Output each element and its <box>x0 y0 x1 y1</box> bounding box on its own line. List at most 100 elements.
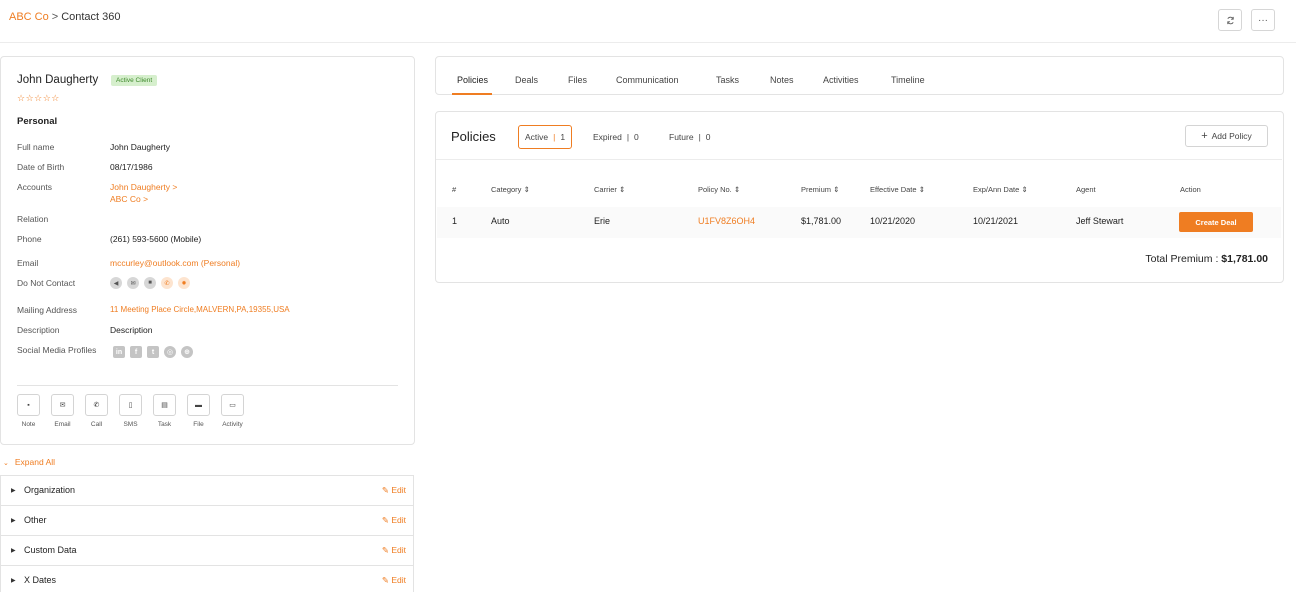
column-header-label: Effective Date <box>870 185 917 194</box>
caret-right-icon: ▶ <box>11 578 16 584</box>
tab-policies[interactable]: Policies <box>457 75 488 85</box>
edit-label: Edit <box>391 485 406 495</box>
filter-expired[interactable]: Expired | 0 <box>587 125 645 149</box>
tab-communication[interactable]: Communication <box>616 75 679 85</box>
task-action[interactable]: ▤ Task <box>153 394 176 428</box>
policy-number-link[interactable]: U1FV8Z6OH4 <box>698 216 755 226</box>
column-header-label: Premium <box>801 185 832 194</box>
column-header-agent: Agent <box>1076 185 1096 194</box>
tab-activities[interactable]: Activities <box>823 75 859 85</box>
refresh-button[interactable] <box>1218 9 1242 31</box>
phone-label: Phone <box>17 234 42 244</box>
cell-exp-date: 10/21/2021 <box>973 216 1019 226</box>
tab-tasks[interactable]: Tasks <box>716 75 739 85</box>
tab-files[interactable]: Files <box>568 75 587 85</box>
edit-button[interactable]: ✎ Edit <box>382 575 406 586</box>
cell-agent: Jeff Stewart <box>1076 216 1124 226</box>
edit-button[interactable]: ✎ Edit <box>382 545 406 556</box>
add-policy-label: Add Policy <box>1211 131 1252 141</box>
edit-button[interactable]: ✎ Edit <box>382 485 406 496</box>
contact-name: John Daugherty <box>17 74 99 86</box>
refresh-icon <box>1226 16 1234 24</box>
tab-notes[interactable]: Notes <box>770 75 794 85</box>
note-action[interactable]: ▪ Note <box>17 394 40 428</box>
rating-stars[interactable]: ☆☆☆☆☆ <box>17 93 60 104</box>
divider <box>436 159 1282 160</box>
column-header-exp-ann-date[interactable]: Exp/Ann Date ⇕ <box>973 185 1028 194</box>
accordion-label: Organization <box>24 485 76 495</box>
file-action[interactable]: ▬ File <box>187 394 210 428</box>
pencil-icon: ✎ <box>381 545 389 555</box>
task-action-label: Task <box>157 421 172 428</box>
column-header-carrier[interactable]: Carrier ⇕ <box>594 185 625 194</box>
breadcrumb-parent-link[interactable]: ABC Co <box>9 11 49 23</box>
edit-label: Edit <box>391 515 406 525</box>
sms-action-label: SMS <box>123 421 138 428</box>
note-icon: ▪ <box>17 394 40 416</box>
divider <box>17 385 398 386</box>
sort-icon: ⇕ <box>918 185 925 194</box>
create-deal-button[interactable]: Create Deal <box>1179 212 1253 232</box>
accordion-x-dates[interactable]: ▶ X Dates ✎ Edit <box>0 565 414 592</box>
top-bar: ABC Co > Contact 360 ··· <box>0 0 1296 43</box>
column-header-category[interactable]: Category ⇕ <box>491 185 530 194</box>
call-action[interactable]: ✆ Call <box>85 394 108 428</box>
policies-card: Policies Active | 1 Expired | 0 Future | 0 + Ad… <box>435 111 1284 283</box>
email-link[interactable]: mccurley@outlook.com (Personal) <box>110 258 240 268</box>
edit-label: Edit <box>391 575 406 585</box>
edit-label: Edit <box>391 545 406 555</box>
mail-icon[interactable]: ✉ <box>127 277 139 289</box>
accordion-other[interactable]: ▶ Other ✎ Edit <box>0 505 414 536</box>
globe-icon[interactable]: ⊕ <box>181 346 193 358</box>
sun-icon[interactable]: ✹ <box>178 277 190 289</box>
accordion-custom-data[interactable]: ▶ Custom Data ✎ Edit <box>0 535 414 566</box>
tab-deals[interactable]: Deals <box>515 75 538 85</box>
sms-icon: ▯ <box>119 394 142 416</box>
cell-category: Auto <box>491 216 510 226</box>
cell-effective-date: 10/21/2020 <box>870 216 916 226</box>
more-options-button[interactable]: ··· <box>1251 9 1275 31</box>
sms-action[interactable]: ▯ SMS <box>119 394 142 428</box>
do-not-contact-label: Do Not Contact <box>17 278 76 288</box>
breadcrumb-separator: > <box>51 11 59 23</box>
mailing-address-link[interactable]: 11 Meeting Place Circle,MALVERN,PA,19355… <box>110 305 290 314</box>
full-name-label: Full name <box>17 142 55 152</box>
accordion-organization[interactable]: ▶ Organization ✎ Edit <box>0 475 414 506</box>
activity-action[interactable]: ▭ Activity <box>221 394 244 428</box>
filter-active[interactable]: Active | 1 <box>518 125 573 149</box>
caret-right-icon: ▶ <box>11 548 16 554</box>
filter-future[interactable]: Future | 0 <box>663 125 717 149</box>
account-link-person[interactable]: John Daugherty > <box>110 182 177 192</box>
email-action[interactable]: ✉ Email <box>51 394 74 428</box>
task-icon: ▤ <box>153 394 176 416</box>
table-row <box>437 207 1281 238</box>
add-policy-button[interactable]: + Add Policy <box>1185 125 1268 147</box>
column-header-premium[interactable]: Premium ⇕ <box>801 185 839 194</box>
phone-icon[interactable]: ✆ <box>161 277 173 289</box>
note-action-label: Note <box>21 421 36 428</box>
filter-count: 0 <box>705 132 711 142</box>
column-header-policy-no[interactable]: Policy No. ⇕ <box>698 185 740 194</box>
chevron-down-icon: ⌄ <box>3 460 9 467</box>
expand-all-button[interactable]: ⌄ Expand All <box>3 457 55 467</box>
linkedin-icon[interactable]: in <box>113 346 125 358</box>
social-media-icons: in f t ◎ ⊕ <box>113 346 193 358</box>
email-label: Email <box>17 258 39 268</box>
account-link-company[interactable]: ABC Co > <box>110 194 148 204</box>
megaphone-icon[interactable]: ◀ <box>110 277 122 289</box>
active-tab-indicator <box>452 93 492 95</box>
facebook-icon[interactable]: f <box>130 346 142 358</box>
edit-button[interactable]: ✎ Edit <box>382 515 406 526</box>
sort-icon: ⇕ <box>1021 185 1028 194</box>
policies-title: Policies <box>451 129 496 144</box>
pencil-icon: ✎ <box>381 575 389 585</box>
chat-icon[interactable]: ■ <box>144 277 156 289</box>
column-header-effective-date[interactable]: Effective Date ⇕ <box>870 185 925 194</box>
instagram-icon[interactable]: ◎ <box>164 346 176 358</box>
pencil-icon: ✎ <box>381 515 389 525</box>
call-icon: ✆ <box>85 394 108 416</box>
tab-timeline[interactable]: Timeline <box>891 75 925 85</box>
twitter-icon[interactable]: t <box>147 346 159 358</box>
social-media-label: Social Media Profiles <box>17 345 97 355</box>
filter-count: 1 <box>560 132 566 142</box>
